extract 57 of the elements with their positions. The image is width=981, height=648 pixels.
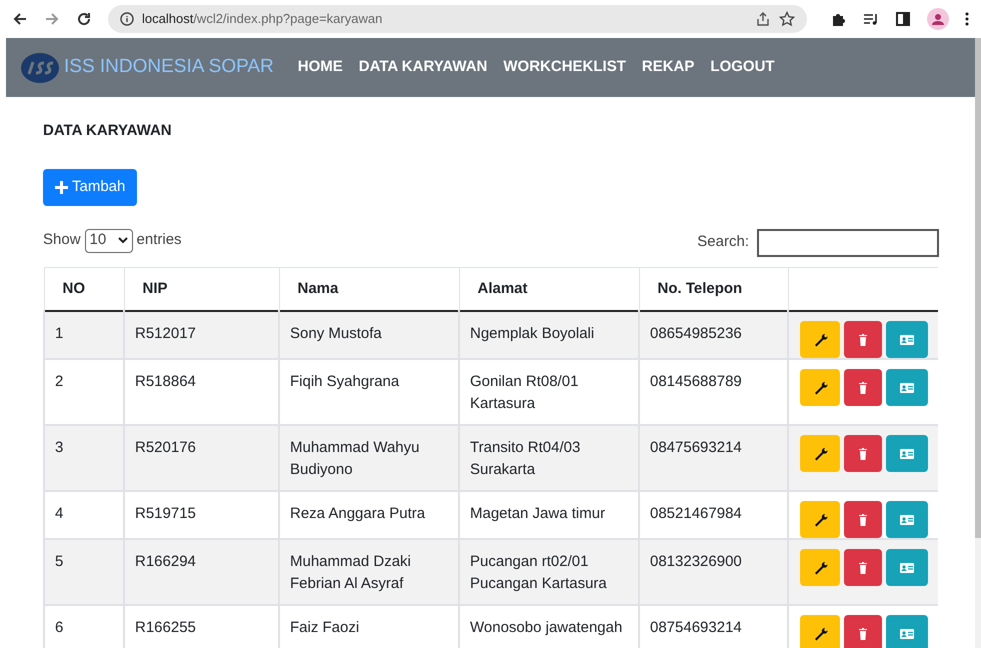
edit-button[interactable] [800, 321, 840, 358]
edit-button[interactable] [800, 549, 840, 586]
address-bar[interactable]: localhost/wcl2/index.php?page=karyawan [108, 5, 807, 33]
detail-button[interactable] [886, 615, 928, 648]
detail-button[interactable] [886, 549, 928, 586]
nav-link[interactable]: WORKCHEKLIST [503, 56, 626, 79]
search-label: Search: [697, 232, 749, 252]
delete-button[interactable] [844, 501, 882, 538]
plus-icon [55, 180, 68, 194]
share-icon[interactable] [755, 11, 771, 27]
detail-button[interactable] [886, 435, 928, 472]
back-icon[interactable] [12, 11, 28, 27]
entries-label: entries [136, 230, 182, 250]
edit-button[interactable] [800, 615, 840, 648]
delete-button[interactable] [844, 549, 882, 586]
menu-icon[interactable] [965, 12, 969, 26]
url-text: localhost/wcl2/index.php?page=karyawan [142, 10, 384, 28]
edit-button[interactable] [800, 435, 840, 472]
star-icon[interactable] [779, 11, 795, 27]
column-header[interactable]: No. Telepon [639, 267, 788, 311]
logo-icon [20, 52, 60, 84]
reload-icon[interactable] [76, 11, 92, 27]
nav-link[interactable]: REKAP [642, 56, 694, 79]
chevron-down-icon [118, 237, 128, 244]
column-header[interactable]: Alamat [459, 267, 639, 311]
show-label: Show [43, 230, 81, 250]
delete-button[interactable] [844, 615, 882, 648]
puzzle-icon[interactable] [831, 11, 847, 27]
column-header[interactable]: NO [44, 267, 124, 311]
nav-link[interactable]: LOGOUT [710, 56, 775, 79]
edit-button[interactable] [800, 501, 840, 538]
table-cell: Faiz Faozi [279, 605, 459, 648]
profile-avatar-icon[interactable] [927, 8, 949, 30]
side-panel-icon[interactable] [895, 11, 911, 27]
nav-link[interactable]: DATA KARYAWAN [358, 56, 488, 79]
search-field[interactable] [757, 228, 939, 256]
delete-button[interactable] [844, 321, 882, 358]
table-cell: 6 [44, 605, 124, 648]
nav-link[interactable]: HOME [298, 56, 343, 79]
delete-button[interactable] [844, 435, 882, 472]
detail-button[interactable] [886, 369, 928, 406]
add-button[interactable]: Tambah [43, 168, 138, 206]
edit-button[interactable] [800, 369, 840, 406]
playlist-icon[interactable] [863, 11, 879, 27]
detail-button[interactable] [886, 321, 928, 358]
page-title: DATA KARYAWAN [43, 121, 173, 141]
table-cell: Wonosobo jawatengah [459, 605, 639, 648]
info-icon [120, 12, 134, 26]
entries-select[interactable]: 10 [84, 228, 133, 252]
scrollbar-thumb[interactable] [975, 38, 981, 538]
forward-icon[interactable] [44, 11, 60, 27]
table-cell: 08754693214 [639, 605, 788, 648]
column-header[interactable]: NIP [124, 267, 279, 311]
table-cell: R166255 [124, 605, 279, 648]
column-header[interactable]: Nama [279, 267, 459, 311]
detail-button[interactable] [886, 501, 928, 538]
delete-button[interactable] [844, 369, 882, 406]
